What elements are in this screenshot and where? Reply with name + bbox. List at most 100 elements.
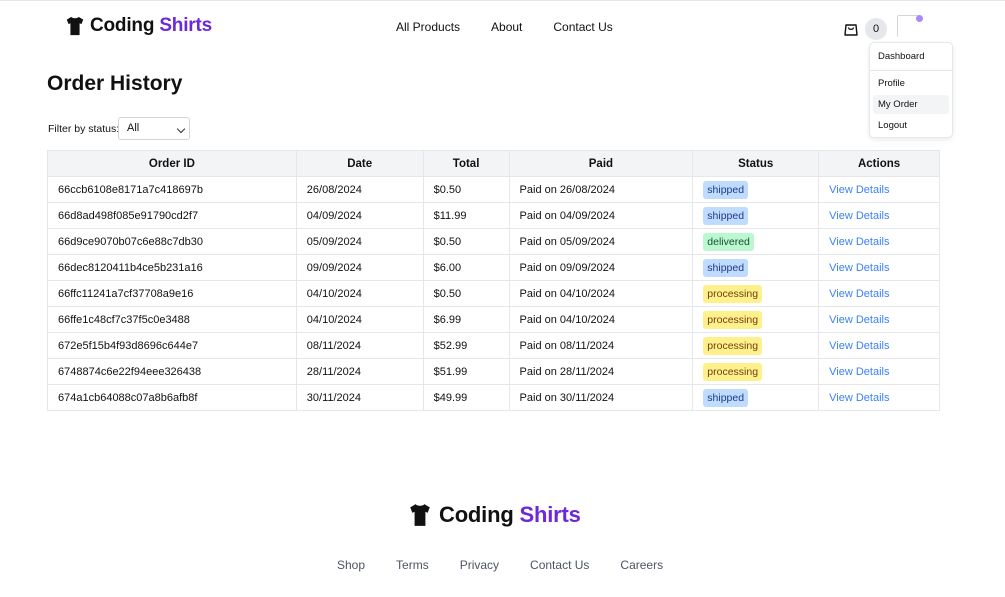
header-actions: Actions	[818, 150, 940, 177]
view-details-link[interactable]: View Details	[829, 262, 889, 274]
order-paid-cell: Paid on 28/11/2024	[508, 358, 694, 385]
order-id-cell: 66dec8120411b4ce5b231a16	[47, 254, 297, 281]
footer-link-careers[interactable]: Careers	[620, 558, 663, 572]
status-badge: shipped	[703, 206, 749, 225]
order-date-cell: 26/08/2024	[295, 176, 424, 203]
online-indicator	[916, 15, 923, 22]
order-actions-cell: View Details	[818, 176, 940, 203]
footer-nav: Shop Terms Privacy Contact Us Careers	[337, 558, 663, 572]
status-badge: shipped	[703, 258, 749, 277]
nav-link-all-products[interactable]: All Products	[396, 20, 460, 34]
status-filter-select[interactable]: All	[118, 117, 190, 140]
tshirt-icon	[410, 504, 430, 526]
header-status: Status	[692, 150, 820, 177]
status-filter-value: All	[127, 122, 140, 134]
table-row: 66dec8120411b4ce5b231a16 09/09/2024 $6.00 P…	[47, 254, 940, 281]
order-actions-cell: View Details	[818, 228, 940, 255]
order-date-cell: 05/09/2024	[295, 228, 424, 255]
footer-brand-name: Coding Shirts	[439, 502, 581, 528]
status-badge: processing	[703, 362, 763, 381]
brand-name-part1: Coding	[90, 15, 155, 36]
view-details-link[interactable]: View Details	[829, 236, 889, 248]
order-status-cell: processing	[692, 280, 820, 307]
order-date-cell: 08/11/2024	[295, 332, 424, 359]
brand-logo[interactable]: Coding Shirts	[64, 15, 212, 37]
footer-link-contact-us[interactable]: Contact Us	[530, 558, 589, 572]
nav-link-about[interactable]: About	[491, 20, 522, 34]
order-status-cell: processing	[692, 358, 820, 385]
order-date-cell: 09/09/2024	[295, 254, 424, 281]
status-badge: processing	[703, 284, 763, 303]
view-details-link[interactable]: View Details	[829, 210, 889, 222]
order-actions-cell: View Details	[818, 332, 940, 359]
order-paid-cell: Paid on 04/10/2024	[508, 306, 694, 333]
view-details-link[interactable]: View Details	[829, 314, 889, 326]
menu-item-profile[interactable]: Profile	[873, 74, 949, 93]
order-total-cell: $6.99	[422, 306, 510, 333]
cart-button[interactable]: 0	[843, 18, 887, 40]
order-total-cell: $0.50	[422, 228, 510, 255]
status-badge: shipped	[703, 388, 749, 407]
header-date: Date	[295, 150, 424, 177]
shopping-bag-icon	[844, 24, 858, 36]
table-header-row: Order ID Date Total Paid Status Actions	[47, 150, 940, 177]
footer-link-shop[interactable]: Shop	[337, 558, 365, 572]
order-paid-cell: Paid on 04/09/2024	[508, 202, 694, 229]
footer-link-privacy[interactable]: Privacy	[460, 558, 499, 572]
table-row: 66d8ad498f085e91790cd2f7 04/09/2024 $11.99…	[47, 202, 940, 229]
order-status-cell: shipped	[692, 384, 820, 411]
table-row: 66d9ce9070b07c6e88c7db30 05/09/2024 $0.50 P…	[47, 228, 940, 255]
order-actions-cell: View Details	[818, 280, 940, 307]
view-details-link[interactable]: View Details	[829, 366, 889, 378]
menu-item-dashboard[interactable]: Dashboard	[873, 47, 949, 66]
order-paid-cell: Paid on 04/10/2024	[508, 280, 694, 307]
status-badge: delivered	[703, 232, 754, 251]
order-date-cell: 30/11/2024	[295, 384, 424, 411]
brand-name: Coding Shirts	[90, 15, 212, 37]
nav-link-contact-us[interactable]: Contact Us	[553, 20, 612, 34]
order-id-cell: 674a1cb64088c07a8b6afb8f	[47, 384, 297, 411]
order-total-cell: $6.00	[422, 254, 510, 281]
menu-divider	[870, 70, 952, 71]
table-body: 66ccb6108e8171a7c418697b 26/08/2024 $0.50 P…	[47, 176, 940, 411]
order-date-cell: 04/10/2024	[295, 280, 424, 307]
order-date-cell: 28/11/2024	[295, 358, 424, 385]
order-total-cell: $0.50	[422, 176, 510, 203]
order-total-cell: $51.99	[422, 358, 510, 385]
table-row: 674a1cb64088c07a8b6afb8f 30/11/2024 $49.99…	[47, 384, 940, 411]
order-paid-cell: Paid on 08/11/2024	[508, 332, 694, 359]
view-details-link[interactable]: View Details	[829, 184, 889, 196]
order-actions-cell: View Details	[818, 384, 940, 411]
table-row: 672e5f15b4f93d8696c644e7 08/11/2024 $52.99…	[47, 332, 940, 359]
view-details-link[interactable]: View Details	[829, 340, 889, 352]
table-row: 6748874c6e22f94eee326438 28/11/2024 $51.99…	[47, 358, 940, 385]
order-total-cell: $0.50	[422, 280, 510, 307]
cart-count-badge: 0	[865, 18, 887, 40]
order-id-cell: 66d9ce9070b07c6e88c7db30	[47, 228, 297, 255]
user-dropdown-menu: Dashboard Profile My Order Logout	[869, 42, 953, 138]
order-id-cell: 66d8ad498f085e91790cd2f7	[47, 202, 297, 229]
view-details-link[interactable]: View Details	[829, 392, 889, 404]
table-row: 66ffc11241a7cf37708a9e16 04/10/2024 $0.50 P…	[47, 280, 940, 307]
brand-name-part2: Shirts	[159, 15, 212, 36]
order-id-cell: 672e5f15b4f93d8696c644e7	[47, 332, 297, 359]
chevron-down-icon	[176, 124, 186, 134]
order-status-cell: shipped	[692, 202, 820, 229]
footer-link-terms[interactable]: Terms	[396, 558, 429, 572]
table-row: 66ffe1c48cf7c37f5c0e3488 04/10/2024 $6.99 P…	[47, 306, 940, 333]
footer-logo[interactable]: Coding Shirts	[407, 502, 581, 528]
status-badge: processing	[703, 336, 763, 355]
menu-item-logout[interactable]: Logout	[873, 116, 949, 135]
status-badge: processing	[703, 310, 763, 329]
menu-item-my-order[interactable]: My Order	[873, 95, 949, 114]
order-paid-cell: Paid on 26/08/2024	[508, 176, 694, 203]
order-total-cell: $52.99	[422, 332, 510, 359]
order-total-cell: $49.99	[422, 384, 510, 411]
orders-table: Order ID Date Total Paid Status Actions …	[47, 150, 940, 411]
order-actions-cell: View Details	[818, 254, 940, 281]
view-details-link[interactable]: View Details	[829, 288, 889, 300]
order-date-cell: 04/09/2024	[295, 202, 424, 229]
status-badge: shipped	[703, 180, 749, 199]
order-actions-cell: View Details	[818, 202, 940, 229]
footer-brand-part1: Coding	[439, 502, 514, 527]
